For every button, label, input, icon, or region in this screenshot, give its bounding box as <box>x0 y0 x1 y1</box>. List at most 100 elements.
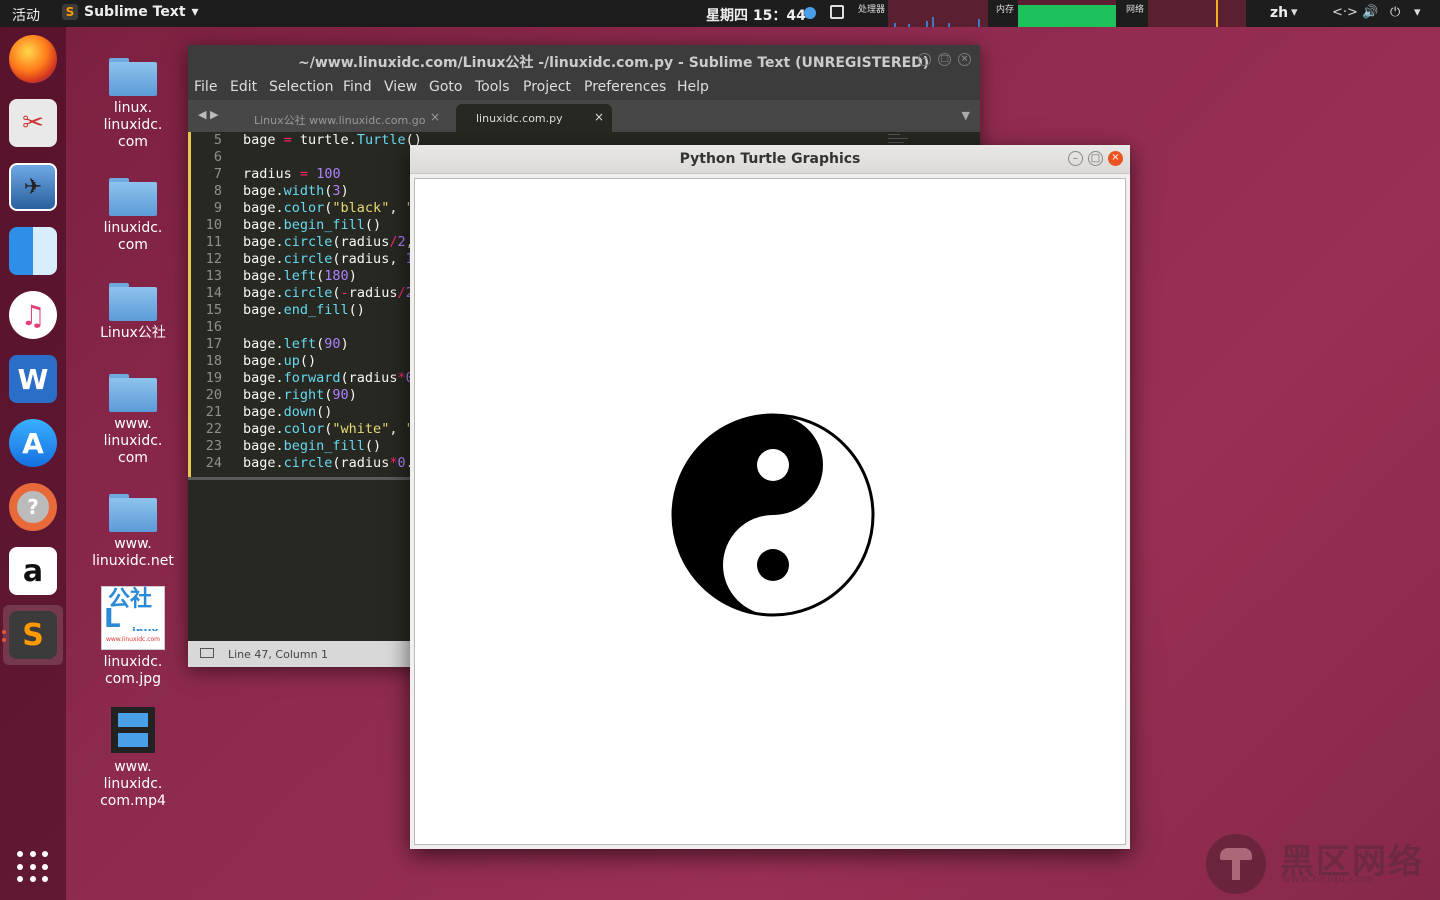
folder-icon <box>109 283 157 321</box>
menu-selection[interactable]: Selection <box>269 79 334 95</box>
music-icon[interactable]: ♫ <box>9 291 57 339</box>
window-titlebar[interactable]: Python Turtle Graphics – □ × <box>410 145 1130 174</box>
image-viewer-icon[interactable]: ✈ <box>9 163 57 211</box>
code-text: bage.circle(-radius/2 <box>243 285 414 301</box>
watermark-url: www.heiqu.com <box>1282 874 1375 885</box>
line-number: 19 <box>205 370 222 386</box>
code-text: bage.color("white", " <box>243 421 414 437</box>
desktop-video-file[interactable]: www. linuxidc. com.mp4 <box>88 707 178 810</box>
desktop-folder[interactable]: Linux公社 <box>88 283 178 342</box>
line-number: 8 <box>213 183 222 199</box>
menu-goto[interactable]: Goto <box>429 79 462 95</box>
line-number: 13 <box>205 268 222 284</box>
cpu-spike <box>978 19 980 27</box>
code-text: bage.width(3) <box>243 183 349 199</box>
activities-button[interactable]: 活动 <box>12 5 40 25</box>
window-titlebar[interactable]: ~/www.linuxidc.com/Linux公社 -/linuxidc.co… <box>188 45 980 75</box>
desktop-icon-label: www. linuxidc. com <box>103 416 163 466</box>
code-text: bage.begin_fill() <box>243 217 382 233</box>
menu-preferences[interactable]: Preferences <box>584 79 666 95</box>
close-icon[interactable]: × <box>594 110 604 124</box>
screen-icon[interactable] <box>830 5 844 19</box>
minimize-button[interactable]: – <box>1068 151 1083 166</box>
amazon-icon[interactable]: a <box>9 547 57 595</box>
power-icon[interactable]: ⏻ <box>1390 5 1400 20</box>
menu-file[interactable]: File <box>194 79 217 95</box>
code-text: bage.circle(radius, 1 <box>243 251 414 267</box>
line-number: 17 <box>205 336 222 352</box>
desktop-folder[interactable]: www. linuxidc.net <box>88 494 178 570</box>
console-toggle-icon[interactable] <box>200 648 214 658</box>
tab-linuxidc-go[interactable]: Linux公社 www.linuxidc.com.go × <box>234 104 454 132</box>
minimize-button[interactable]: – <box>918 53 931 66</box>
menu-tools[interactable]: Tools <box>475 79 510 95</box>
close-icon[interactable]: × <box>430 110 440 124</box>
cpu-graph[interactable] <box>888 0 988 27</box>
code-text: bage = turtle.Turtle() <box>243 132 422 148</box>
clock[interactable]: 星期四 15：44 <box>706 5 806 25</box>
volume-icon[interactable]: 🔊 <box>1362 5 1378 20</box>
net-graph[interactable] <box>1148 0 1246 27</box>
menu-view[interactable]: View <box>384 79 417 95</box>
desktop-folder[interactable]: linux. linuxidc. com <box>88 58 178 151</box>
chevron-down-icon[interactable]: ▾ <box>1414 5 1421 20</box>
code-text: bage.right(90) <box>243 387 357 403</box>
video-file-icon <box>111 707 155 753</box>
firefox-icon[interactable] <box>9 35 57 83</box>
code-text: bage.left(180) <box>243 268 357 284</box>
close-button[interactable]: × <box>958 53 971 66</box>
menu-project[interactable]: Project <box>523 79 571 95</box>
minimap[interactable] <box>888 132 968 144</box>
thumb-text: www.linuxidc.com <box>102 631 164 648</box>
net-bar <box>1216 0 1218 27</box>
chevron-down-icon[interactable]: ▾ <box>1291 5 1298 20</box>
maximize-button[interactable]: □ <box>938 53 951 66</box>
app-store-icon[interactable]: A <box>9 419 57 467</box>
desktop-image-file[interactable]: 公社 L inux www.linuxidc.com linuxidc. com… <box>88 586 178 688</box>
tab-label: Linux公社 www.linuxidc.com.go <box>254 114 426 127</box>
word-icon[interactable]: W <box>9 355 57 403</box>
cpu-spike <box>926 21 928 27</box>
show-applications-button[interactable] <box>17 851 49 883</box>
desktop-icon-label: Linux公社 <box>100 325 166 341</box>
folder-icon <box>109 58 157 96</box>
app-menu-label: Sublime Text <box>84 4 186 20</box>
tab-linuxidc-py[interactable]: linuxidc.com.py × <box>456 104 612 132</box>
network-icon[interactable]: <·> <box>1332 5 1358 20</box>
tab-nav-arrows[interactable]: ◀ ▶ <box>198 108 218 121</box>
line-number: 21 <box>205 404 222 420</box>
cpu-spike <box>948 23 950 27</box>
line-number: 12 <box>205 251 222 267</box>
language-selector[interactable]: zh <box>1270 5 1288 21</box>
code-text: bage.color("black", " <box>243 200 414 216</box>
yin-yang-drawing <box>671 413 875 617</box>
turtle-canvas[interactable] <box>414 178 1126 845</box>
maximize-button[interactable]: □ <box>1088 151 1103 166</box>
desktop-folder[interactable]: www. linuxidc. com <box>88 374 178 467</box>
mem-graph[interactable] <box>1018 0 1116 27</box>
desktop-icon-label: linux. linuxidc. com <box>103 100 163 150</box>
menu-edit[interactable]: Edit <box>230 79 257 95</box>
line-number: 7 <box>213 166 222 182</box>
line-number: 20 <box>205 387 222 403</box>
finder-icon[interactable] <box>9 227 57 275</box>
app-menu[interactable]: S Sublime Text ▾ <box>62 4 199 20</box>
cpu-label: 处理器 <box>858 5 886 15</box>
desktop-icon-label: www. linuxidc. com.mp4 <box>100 759 166 809</box>
line-number: 10 <box>205 217 222 233</box>
line-number: 15 <box>205 302 222 318</box>
line-number: 5 <box>213 132 222 148</box>
line-number: 9 <box>213 200 222 216</box>
thumb-text: L <box>104 604 121 634</box>
menu-find[interactable]: Find <box>343 79 372 95</box>
code-text: radius = 100 <box>243 166 341 182</box>
menu-help[interactable]: Help <box>677 79 709 95</box>
screenshot-tool-icon[interactable]: ✂ <box>9 99 57 147</box>
folder-icon <box>109 374 157 412</box>
line-number: 11 <box>205 234 222 250</box>
desktop-folder[interactable]: linuxidc. com <box>88 178 178 254</box>
help-icon[interactable]: ? <box>9 483 57 531</box>
sublime-text-icon[interactable]: S <box>9 611 57 659</box>
close-button[interactable]: × <box>1108 151 1123 166</box>
tab-dropdown-icon[interactable]: ▼ <box>962 109 970 122</box>
